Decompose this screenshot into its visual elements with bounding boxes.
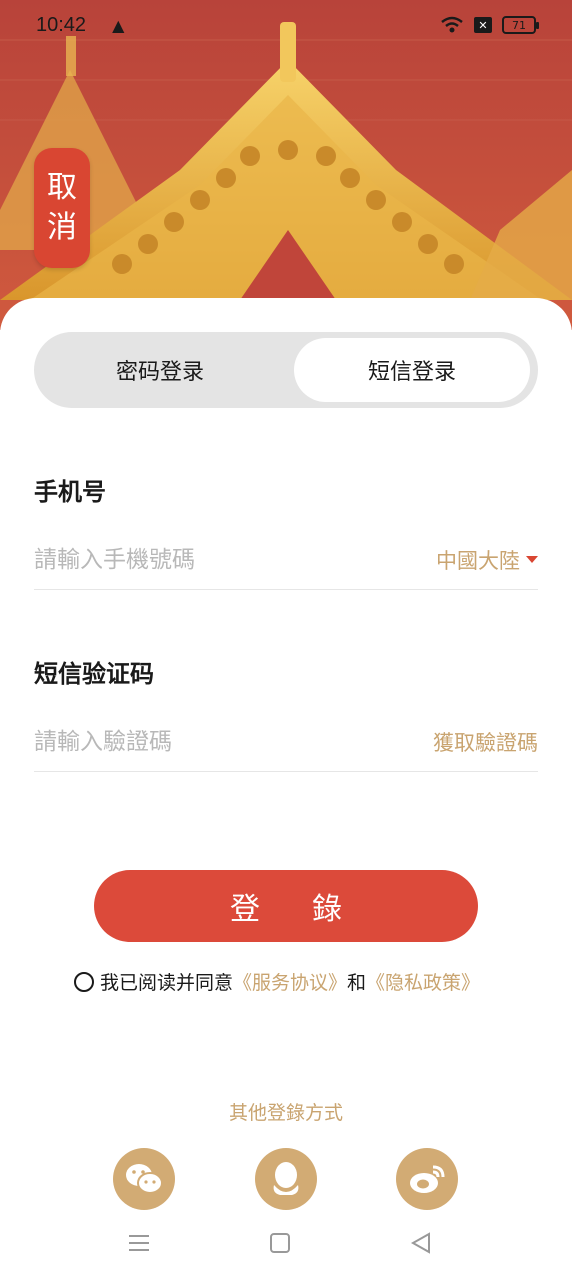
wechat-icon <box>126 1164 163 1194</box>
terms-link[interactable]: 《服务协议》 <box>233 968 347 995</box>
status-indicators: ✕ 71 <box>440 16 539 34</box>
tab-password-login[interactable]: 密码登录 <box>42 338 278 402</box>
chevron-down-icon <box>526 556 538 563</box>
back-icon[interactable] <box>410 1232 432 1254</box>
login-mode-switch: 密码登录 短信登录 <box>34 332 538 408</box>
status-bar: 10:42 ▲ ✕ 71 <box>0 0 572 50</box>
phone-row: 中國大陸 <box>34 530 538 590</box>
home-icon[interactable] <box>269 1232 291 1254</box>
privacy-link[interactable]: 《隐私政策》 <box>366 968 480 995</box>
agreement-prefix: 我已阅读并同意 <box>100 972 234 994</box>
wifi-icon <box>441 16 463 33</box>
tab-sms-login[interactable]: 短信登录 <box>294 338 530 402</box>
qq-icon <box>273 1162 299 1195</box>
cancel-label-top: 取 <box>47 170 77 205</box>
phone-label: 手机号 <box>34 478 106 506</box>
region-selector[interactable]: 中國大陸 <box>436 545 538 575</box>
other-login-title: 其他登錄方式 <box>228 1102 343 1124</box>
agreement-and: 和 <box>347 972 367 994</box>
qq-login-button[interactable] <box>255 1148 317 1210</box>
cancel-label-bottom: 消 <box>47 210 77 245</box>
login-button[interactable]: 登錄 <box>94 870 478 942</box>
phone-input[interactable] <box>34 546 436 573</box>
status-time: 10:42 <box>36 13 87 36</box>
warning-icon: ▲ <box>112 15 125 35</box>
region-label: 中國大陸 <box>436 548 520 573</box>
weibo-icon <box>410 1165 445 1193</box>
get-code-button[interactable]: 獲取驗證碼 <box>433 727 538 757</box>
battery-icon: 71 <box>502 16 539 34</box>
weibo-login-button[interactable] <box>396 1148 458 1210</box>
cancel-button[interactable]: 取 消 <box>34 148 90 268</box>
system-nav-bar <box>0 1220 572 1270</box>
agreement-row: 我已阅读并同意 《服务协议》 和 《隐私政策》 <box>74 968 480 995</box>
sim-off-icon: ✕ <box>474 17 492 33</box>
menu-icon[interactable] <box>128 1232 150 1254</box>
sms-code-input[interactable] <box>34 728 433 755</box>
login-panel: 密码登录 短信登录 手机号 中國大陸 短信验证码 獲取驗證碼 登錄 我已阅读并同… <box>0 298 572 1280</box>
sms-code-row: 獲取驗證碼 <box>34 712 538 772</box>
wechat-login-button[interactable] <box>113 1148 175 1210</box>
agree-radio[interactable] <box>74 971 94 992</box>
sms-code-label: 短信验证码 <box>34 660 154 688</box>
